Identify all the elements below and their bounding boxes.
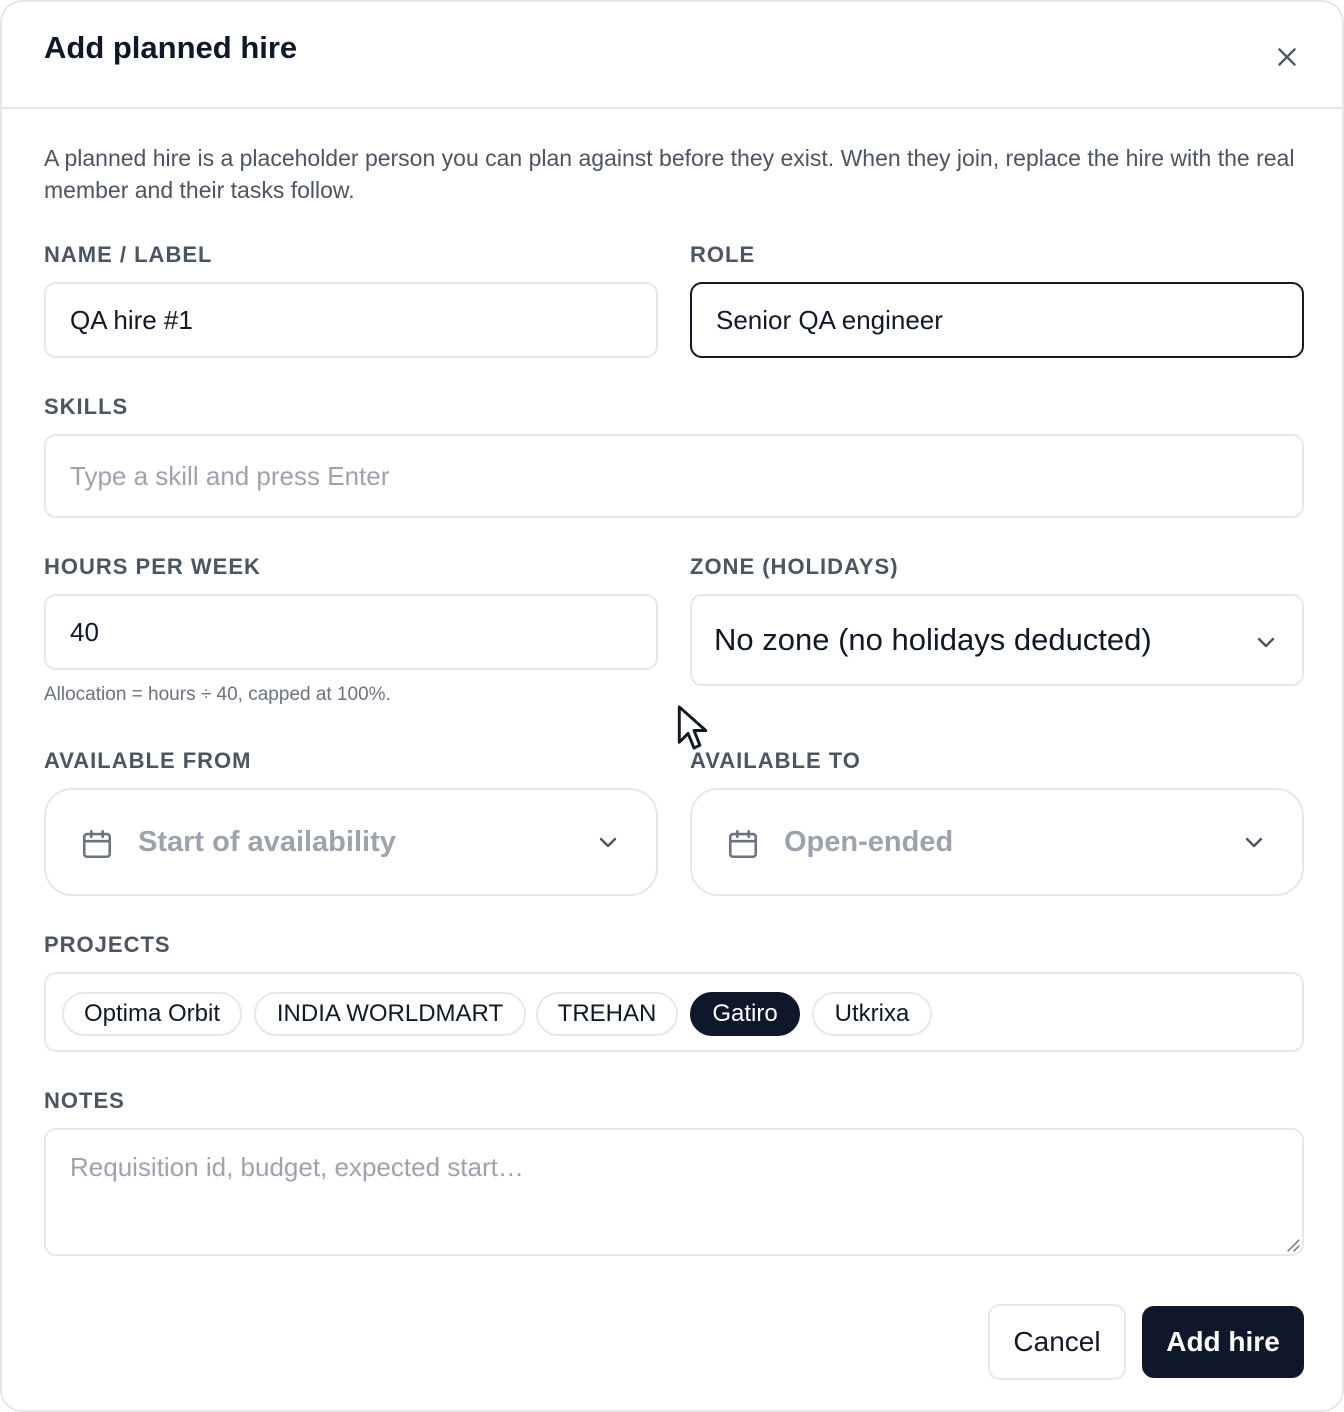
role-label: ROLE — [690, 242, 756, 267]
hours-label: HOURS PER WEEK — [44, 554, 261, 579]
available-to-placeholder: Open-ended — [784, 826, 954, 858]
project-chip-gatiro[interactable]: Gatiro — [690, 992, 800, 1036]
resize-handle-icon[interactable] — [1284, 1236, 1300, 1252]
chevron-down-icon — [1245, 837, 1263, 848]
hours-input[interactable]: 40 — [44, 594, 658, 670]
project-chip-optima-orbit[interactable]: Optima Orbit — [62, 992, 242, 1036]
skills-label: SKILLS — [44, 394, 129, 419]
dialog-title: Add planned hire — [44, 30, 298, 65]
close-icon — [1278, 48, 1296, 66]
calendar-icon — [728, 829, 758, 859]
close-button[interactable] — [1266, 36, 1308, 78]
zone-select-value: No zone (no holidays deducted) — [714, 622, 1152, 657]
hours-helper-text: Allocation = hours ÷ 40, capped at 100%. — [44, 684, 391, 705]
dialog-header: Add planned hire — [2, 2, 1342, 109]
available-to-picker[interactable]: Open-ended — [690, 788, 1304, 896]
projects-chip-group: Optima Orbit INDIA WORLDMART TREHAN Gati… — [44, 972, 1304, 1052]
chevron-down-icon — [1257, 637, 1275, 648]
notes-textarea[interactable]: Requisition id, budget, expected start… — [44, 1128, 1304, 1256]
available-from-label: AVAILABLE FROM — [44, 748, 252, 773]
zone-label: ZONE (HOLIDAYS) — [690, 554, 899, 579]
calendar-icon — [82, 829, 112, 859]
notes-label: NOTES — [44, 1088, 125, 1113]
role-input[interactable]: Senior QA engineer — [690, 282, 1304, 358]
available-from-picker[interactable]: Start of availability — [44, 788, 658, 896]
projects-label: PROJECTS — [44, 932, 171, 957]
zone-select[interactable]: No zone (no holidays deducted) — [690, 594, 1304, 686]
available-from-placeholder: Start of availability — [138, 826, 396, 858]
add-hire-button[interactable]: Add hire — [1142, 1306, 1304, 1378]
chevron-down-icon — [599, 837, 617, 848]
name-label: NAME / LABEL — [44, 242, 213, 267]
cancel-button[interactable]: Cancel — [988, 1304, 1126, 1380]
available-to-label: AVAILABLE TO — [690, 748, 861, 773]
mouse-pointer-icon — [677, 705, 708, 750]
project-chip-trehan[interactable]: TREHAN — [536, 992, 678, 1036]
project-chip-utkrixa[interactable]: Utkrixa — [812, 992, 932, 1036]
name-input[interactable]: QA hire #1 — [44, 282, 658, 358]
notes-placeholder: Requisition id, budget, expected start… — [70, 1152, 524, 1182]
add-planned-hire-dialog: Add planned hire A planned hire is a pla… — [0, 0, 1344, 1412]
project-chip-india-worldmart[interactable]: INDIA WORLDMART — [254, 992, 526, 1036]
skills-input[interactable]: Type a skill and press Enter — [44, 434, 1304, 518]
dialog-description: A planned hire is a placeholder person y… — [44, 145, 1295, 203]
